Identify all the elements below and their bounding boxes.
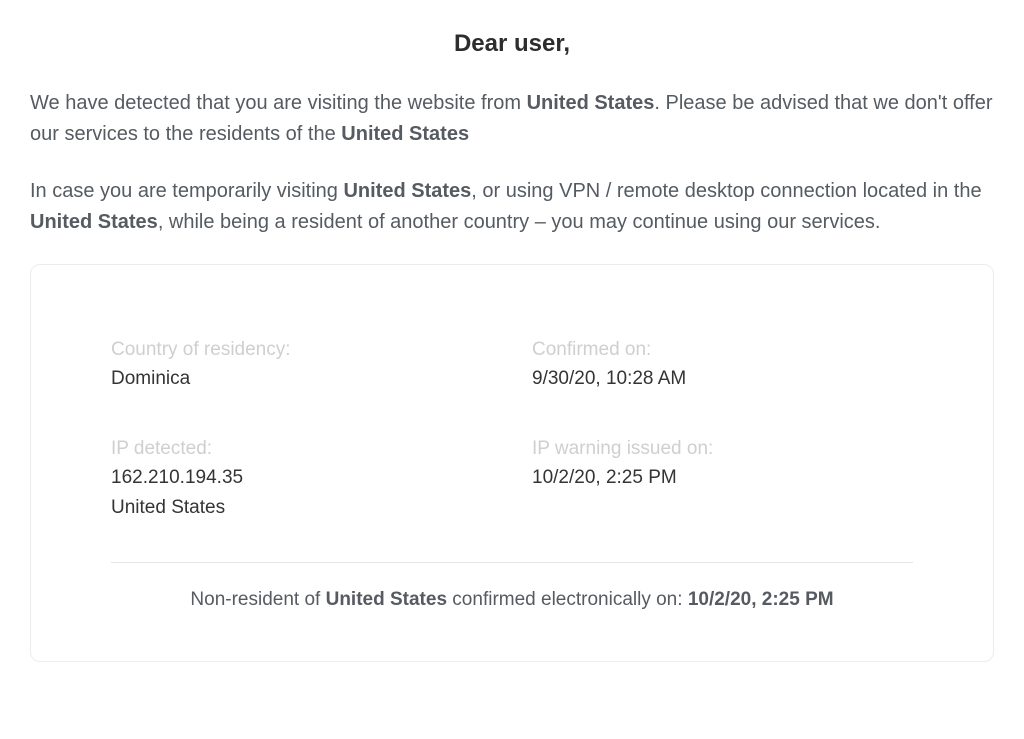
info-grid: Country of residency: Dominica Confirmed… (111, 335, 913, 522)
confirmed-value: 9/30/20, 10:28 AM (532, 364, 913, 393)
warning-cell: IP warning issued on: 10/2/20, 2:25 PM (532, 434, 913, 522)
text-segment: In case you are temporarily visiting (30, 180, 343, 202)
document-body: Dear user, We have detected that you are… (0, 0, 1024, 692)
text-segment: We have detected that you are visiting t… (30, 92, 527, 114)
ip-label: IP detected: (111, 434, 492, 463)
ip-cell: IP detected: 162.210.194.35 United State… (111, 434, 492, 522)
vpn-country: United States (30, 211, 158, 233)
footer-date: 10/2/20, 2:25 PM (688, 589, 834, 610)
warning-label: IP warning issued on: (532, 434, 913, 463)
text-segment: , or using VPN / remote desktop connecti… (471, 180, 981, 202)
residency-cell: Country of residency: Dominica (111, 335, 492, 394)
restricted-country: United States (341, 123, 469, 145)
notice-paragraph-2: In case you are temporarily visiting Uni… (30, 176, 994, 238)
page-title: Dear user, (30, 30, 994, 58)
visiting-country: United States (343, 180, 471, 202)
text-segment: , while being a resident of another coun… (158, 211, 881, 233)
ip-value: 162.210.194.35 (111, 463, 492, 492)
ip-country-value: United States (111, 493, 492, 522)
text-segment: Non-resident of (190, 589, 325, 610)
confirmed-cell: Confirmed on: 9/30/20, 10:28 AM (532, 335, 913, 394)
footer-country: United States (326, 589, 447, 610)
residency-value: Dominica (111, 364, 492, 393)
confirmation-footer: Non-resident of United States confirmed … (111, 589, 913, 611)
notice-paragraph-1: We have detected that you are visiting t… (30, 88, 994, 150)
residency-label: Country of residency: (111, 335, 492, 364)
detected-country: United States (527, 92, 655, 114)
divider (111, 562, 913, 563)
info-card: Country of residency: Dominica Confirmed… (30, 264, 994, 662)
warning-value: 10/2/20, 2:25 PM (532, 463, 913, 492)
confirmed-label: Confirmed on: (532, 335, 913, 364)
text-segment: confirmed electronically on: (447, 589, 688, 610)
